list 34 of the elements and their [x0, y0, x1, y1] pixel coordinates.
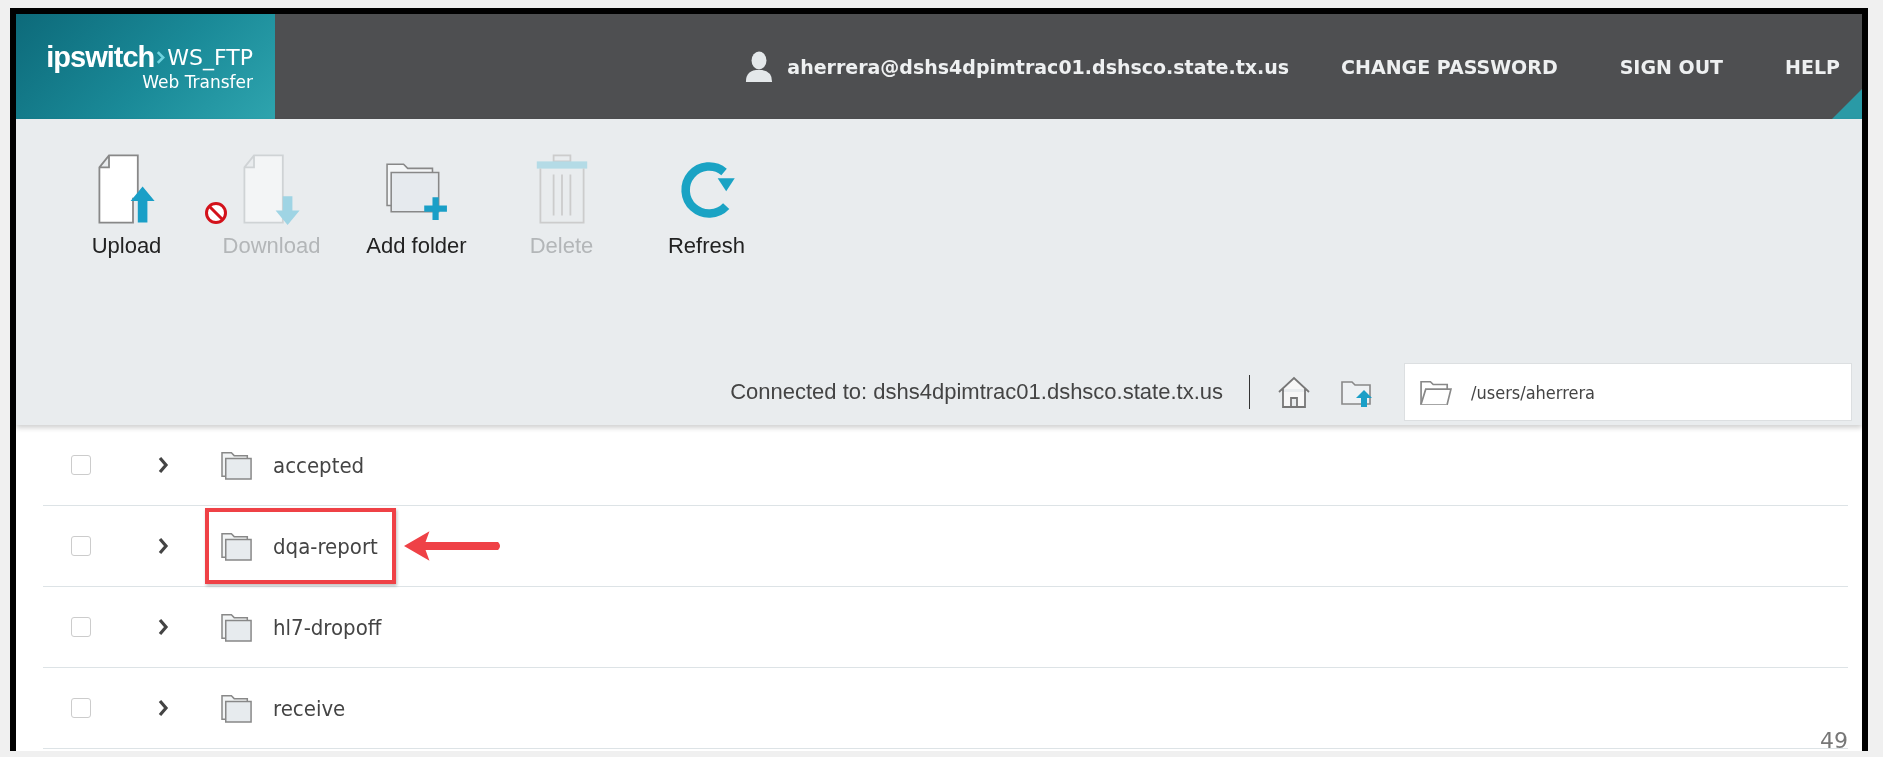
folder-name[interactable]: receive: [273, 695, 346, 721]
path-field[interactable]: /users/aherrera: [1404, 363, 1852, 421]
folder-icon: [221, 531, 253, 561]
expand-chevron-icon[interactable]: [157, 456, 169, 474]
user-email: aherrera@dshs4dpimtrac01.dshsco.state.tx.us: [787, 55, 1290, 78]
expand-chevron-icon[interactable]: [157, 618, 169, 636]
folder-name[interactable]: dqa-report: [273, 533, 378, 559]
chevron-icon: [156, 50, 166, 65]
expand-chevron-icon[interactable]: [157, 537, 169, 555]
nav-link[interactable]: CHANGE PASSWORD: [1341, 55, 1558, 78]
folder-icon: [221, 693, 253, 723]
folder-icon: [1419, 378, 1453, 406]
row-checkbox[interactable]: [71, 536, 91, 556]
logo-subtitle: Web Transfer: [142, 72, 253, 92]
toolbar-button[interactable]: Upload: [64, 151, 189, 259]
row-checkbox[interactable]: [71, 455, 91, 475]
folder-icon: [221, 450, 253, 480]
toolbar-button[interactable]: Refresh: [644, 151, 769, 259]
nav-link[interactable]: HELP: [1785, 55, 1840, 78]
row-checkbox[interactable]: [71, 617, 91, 637]
folder-name[interactable]: hl7-dropoff: [273, 614, 382, 640]
page-number: 49: [1820, 728, 1848, 751]
corner-decoration: [1832, 89, 1862, 119]
nav-link[interactable]: SIGN OUT: [1619, 55, 1724, 78]
folder-icon: [221, 612, 253, 642]
expand-chevron-icon[interactable]: [157, 699, 169, 717]
user-icon: [745, 49, 774, 84]
row-checkbox[interactable]: [71, 698, 91, 718]
home-icon[interactable]: [1276, 374, 1312, 410]
logo-brand: ipswitch: [46, 41, 155, 74]
logo-product: WS_FTP: [167, 45, 253, 70]
toolbar-button[interactable]: Add folder: [354, 151, 479, 259]
folder-name[interactable]: accepted: [273, 452, 365, 478]
connection-status: Connected to: dshs4dpimtrac01.dshsco.state.tx.us: [730, 379, 1223, 405]
